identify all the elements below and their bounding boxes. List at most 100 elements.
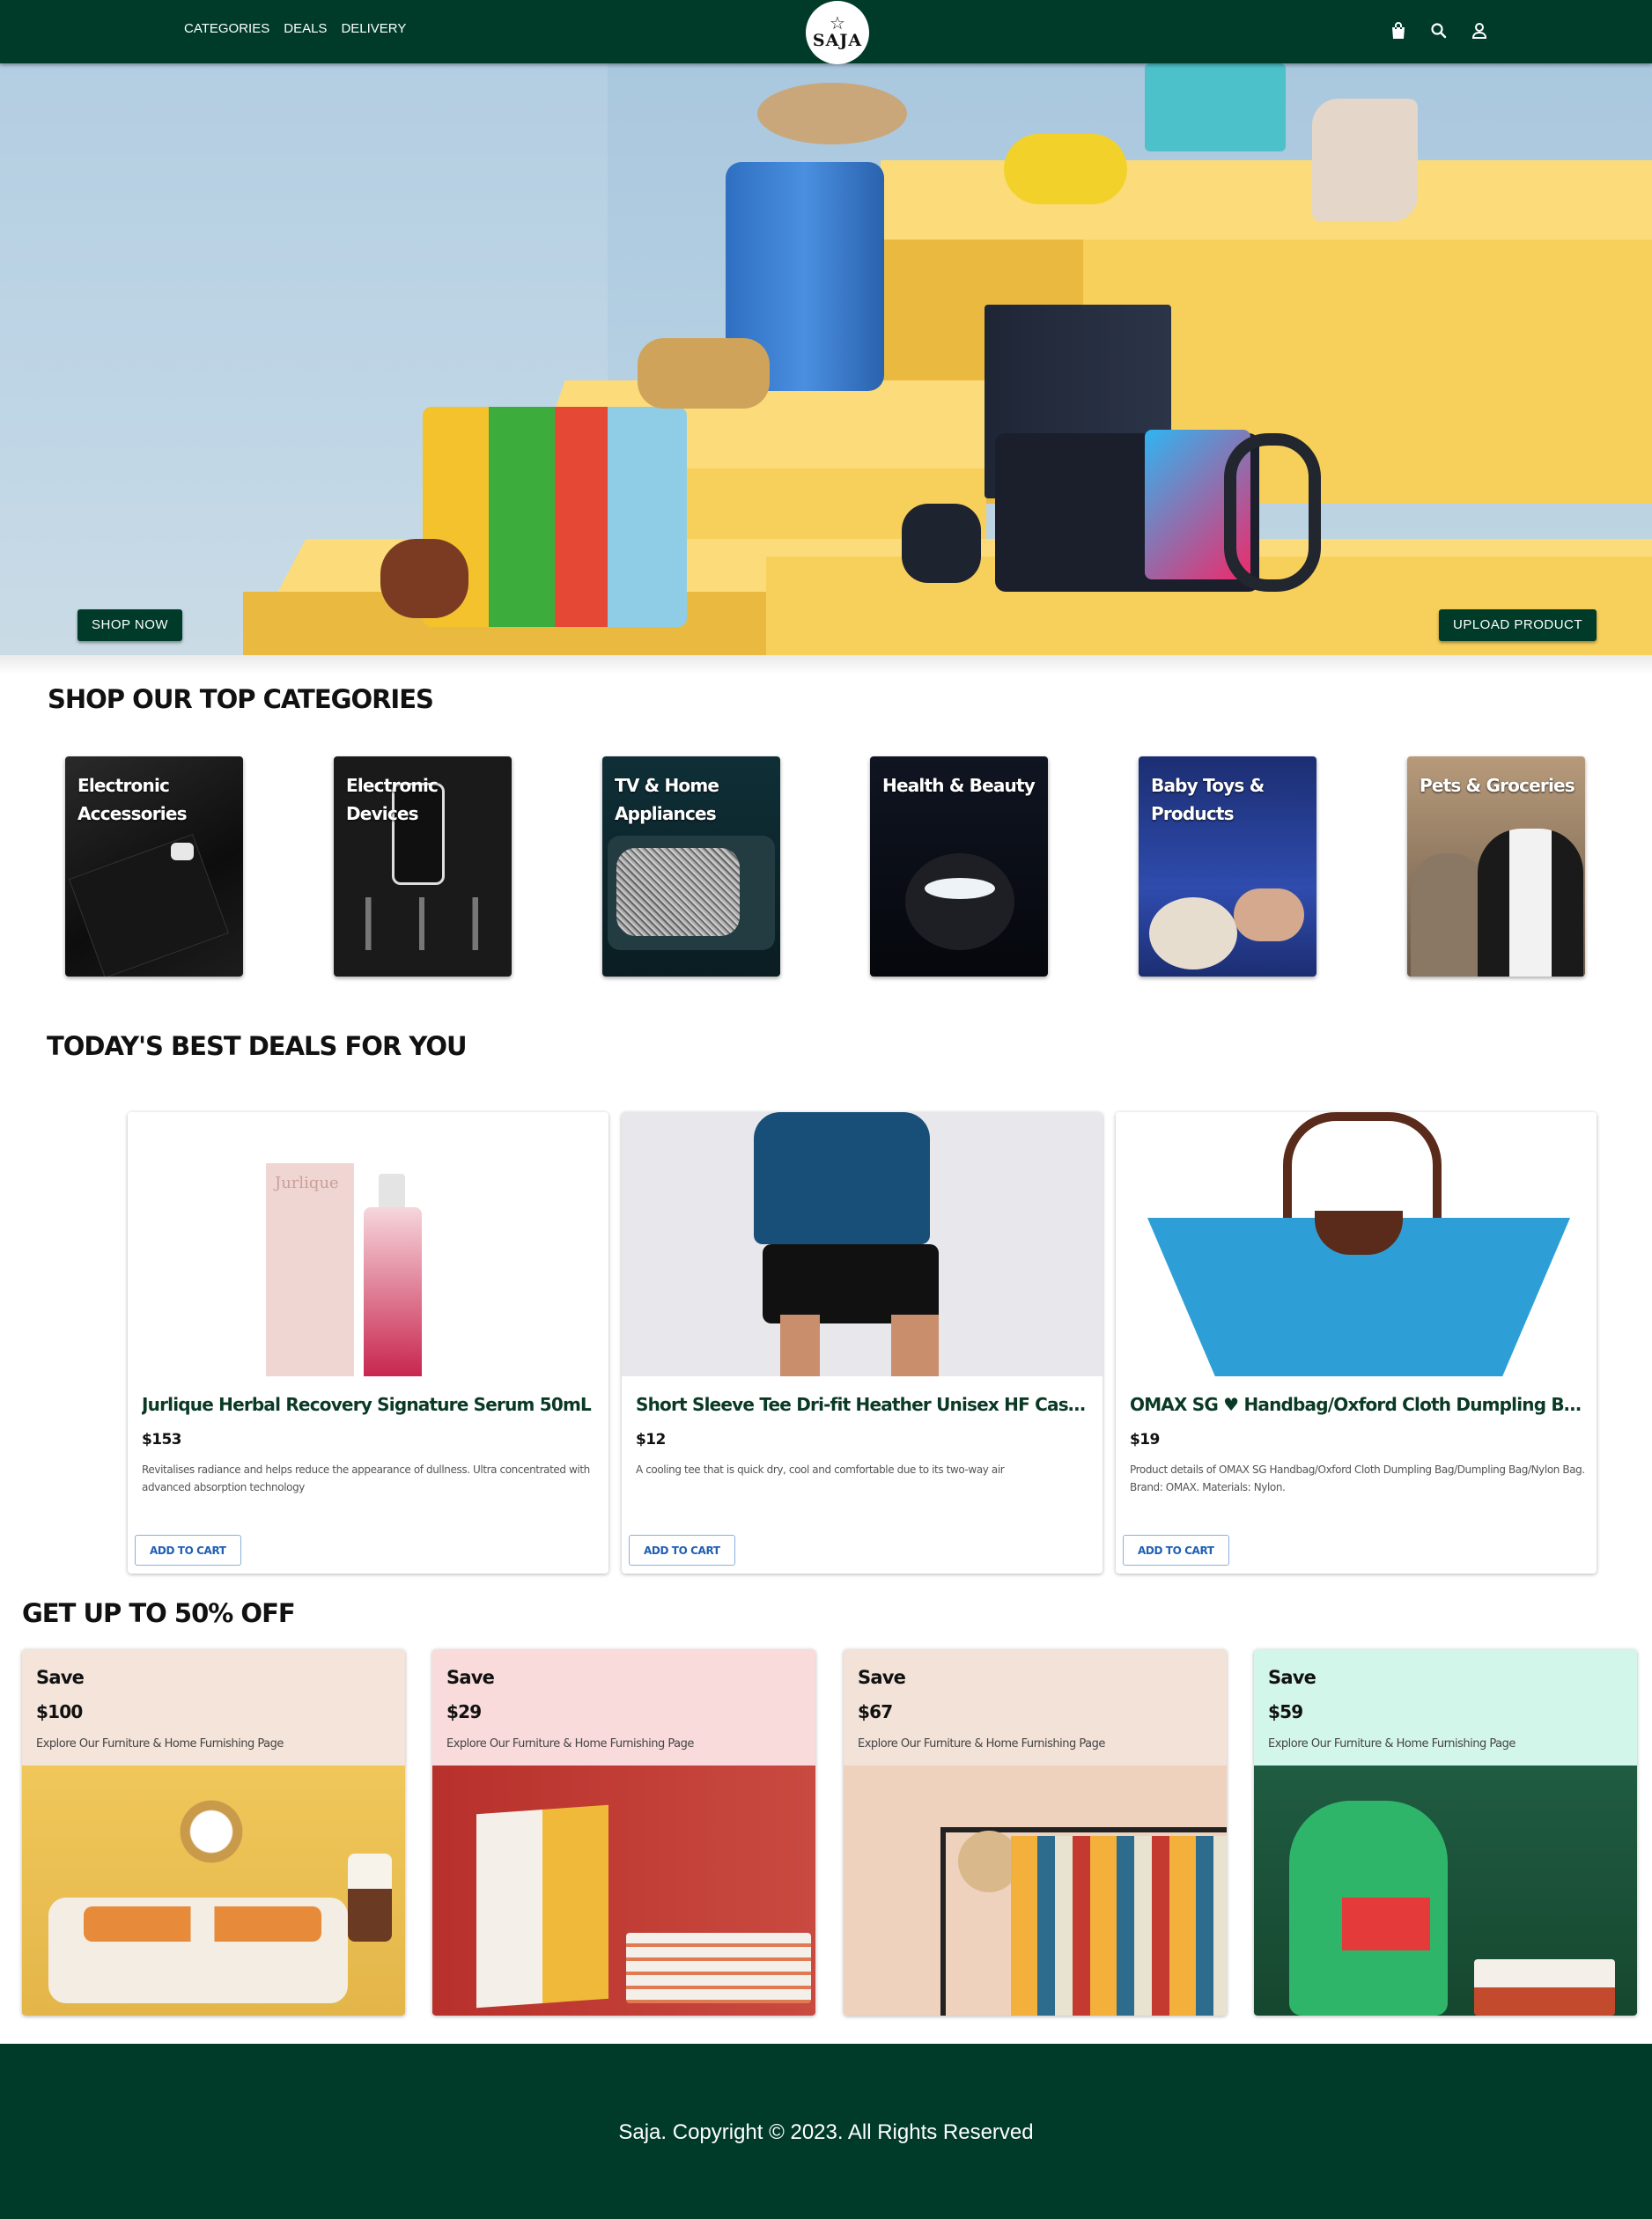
deal-card-serum[interactable]: Jurlique Jurlique Herbal Recovery Signat… (128, 1112, 608, 1574)
save-description: Explore Our Furniture & Home Furnishing … (446, 1737, 694, 1751)
nav-link-categories[interactable]: CATEGORIES (184, 21, 269, 36)
user-icon[interactable] (1471, 21, 1488, 41)
hero-banner: SHOP NOW UPLOAD PRODUCT (0, 63, 1652, 655)
add-to-cart-button[interactable]: ADD TO CART (629, 1535, 735, 1566)
save-description: Explore Our Furniture & Home Furnishing … (858, 1737, 1105, 1751)
notebooks-image (1342, 1898, 1430, 1950)
deal-description: A cooling tee that is quick dry, cool an… (636, 1463, 1005, 1476)
save-card-29[interactable]: Save $29 Explore Our Furniture & Home Fu… (432, 1649, 815, 2016)
legs-image (780, 1315, 939, 1376)
deal-image-handbag (1116, 1112, 1597, 1376)
search-icon[interactable] (1430, 21, 1448, 41)
category-card-electronic-devices[interactable]: Electronic Devices (334, 756, 512, 977)
nav-link-deals[interactable]: DEALS (284, 21, 327, 36)
deal-title[interactable]: Jurlique Herbal Recovery Signature Serum… (142, 1394, 600, 1415)
serum-bottle-image (379, 1174, 405, 1209)
deal-price: $153 (142, 1431, 182, 1449)
save-card-59[interactable]: Save $59 Explore Our Furniture & Home Fu… (1254, 1649, 1637, 2016)
serum-brand-text: Jurlique (275, 1174, 339, 1192)
pillows-image (84, 1906, 321, 1942)
category-card-electronic-accessories[interactable]: Electronic Accessories (65, 756, 243, 977)
sofa-room-image (22, 1766, 405, 2016)
nav-links: CATEGORIES DEALS DELIVERY (184, 21, 406, 36)
toy-projector-image (1149, 897, 1237, 969)
deal-title[interactable]: Short Sleeve Tee Dri-fit Heather Unisex … (636, 1394, 1094, 1415)
category-card-baby-toys-products[interactable]: Baby Toys & Products (1139, 756, 1316, 977)
save-description: Explore Our Furniture & Home Furnishing … (36, 1737, 284, 1751)
save-label: Save (858, 1667, 906, 1688)
open-book-image (1474, 1959, 1615, 2016)
discount-title: GET UP TO 50% OFF (22, 1598, 296, 1628)
lamp-image (348, 1854, 392, 1942)
deal-image-tee (622, 1112, 1103, 1376)
category-label: TV & Home Appliances (615, 775, 719, 824)
copyright-text: Saja. Copyright © 2023. All Rights Reser… (618, 2120, 1034, 2144)
clothes-rack-image (844, 1766, 1227, 2016)
add-to-cart-button[interactable]: ADD TO CART (1123, 1535, 1229, 1566)
save-amount: $100 (36, 1701, 83, 1722)
save-amount: $29 (446, 1701, 482, 1722)
hat-image (757, 83, 907, 144)
serum-box-image: Jurlique (266, 1163, 354, 1376)
category-card-health-beauty[interactable]: Health & Beauty (870, 756, 1048, 977)
deal-description: Product details of OMAX SG Handbag/Oxfor… (1130, 1463, 1585, 1493)
gamepad-image (902, 504, 981, 583)
shop-now-button[interactable]: SHOP NOW (77, 609, 183, 641)
dog-image (1478, 829, 1583, 977)
deal-image-serum: Jurlique (128, 1112, 608, 1376)
saja-logo[interactable]: ☆ SAJA (806, 1, 869, 64)
category-label: Baby Toys & Products (1151, 775, 1265, 824)
shopping-bag-icon[interactable] (1390, 21, 1407, 41)
nav-icons (1390, 21, 1488, 41)
hero-divider (0, 655, 1652, 675)
shoes-image (1004, 134, 1127, 204)
mirror-image (163, 1783, 260, 1880)
serum-bottle-body (364, 1207, 422, 1376)
deal-description: Revitalises radiance and helps reduce th… (142, 1463, 590, 1493)
book-cover-image (476, 1804, 608, 2009)
category-card-pets-groceries[interactable]: Pets & Groceries (1407, 756, 1585, 977)
book-mockup-image (432, 1766, 815, 2016)
save-card-100[interactable]: Save $100 Explore Our Furniture & Home F… (22, 1649, 405, 2016)
save-card-header: Save $59 Explore Our Furniture & Home Fu… (1254, 1649, 1637, 1766)
save-amount: $59 (1268, 1701, 1303, 1722)
upload-product-button[interactable]: UPLOAD PRODUCT (1439, 609, 1597, 641)
tv-static-screen (616, 848, 740, 936)
logo-text: SAJA (812, 31, 863, 50)
save-amount: $67 (858, 1701, 893, 1722)
handbag-top-image (1145, 63, 1286, 151)
footer: Saja. Copyright © 2023. All Rights Reser… (0, 2044, 1652, 2219)
category-label: Electronic Accessories (77, 775, 188, 824)
deal-title[interactable]: OMAX SG ♥ Handbag/Oxford Cloth Dumpling … (1130, 1394, 1588, 1415)
deal-card-handbag[interactable]: OMAX SG ♥ Handbag/Oxford Cloth Dumpling … (1116, 1112, 1597, 1574)
save-label: Save (36, 1667, 85, 1688)
save-card-header: Save $67 Explore Our Furniture & Home Fu… (844, 1649, 1227, 1766)
tee-shirt-image (754, 1112, 930, 1244)
save-card-67[interactable]: Save $67 Explore Our Furniture & Home Fu… (844, 1649, 1227, 2016)
cream-image (925, 878, 995, 899)
icecream-image (380, 539, 468, 618)
deals-title: TODAY'S BEST DEALS FOR YOU (47, 1031, 468, 1061)
cream-jar-image (905, 853, 1014, 950)
top-navbar: CATEGORIES DEALS DELIVERY ☆ SAJA (0, 0, 1652, 64)
save-label: Save (1268, 1667, 1316, 1688)
add-to-cart-button[interactable]: ADD TO CART (135, 1535, 241, 1566)
backpack-chalkboard-image (1254, 1766, 1637, 2016)
shirts-image (1011, 1836, 1227, 2016)
nav-link-delivery[interactable]: DELIVERY (341, 21, 406, 36)
save-label: Save (446, 1667, 495, 1688)
category-label: Pets & Groceries (1420, 775, 1575, 796)
shorts-image (763, 1244, 939, 1323)
save-card-header: Save $29 Explore Our Furniture & Home Fu… (432, 1649, 815, 1766)
deal-card-tee[interactable]: Short Sleeve Tee Dri-fit Heather Unisex … (622, 1112, 1103, 1574)
headset-camera-image (638, 338, 770, 409)
category-card-tv-home-appliances[interactable]: TV & Home Appliances (602, 756, 780, 977)
save-card-header: Save $100 Explore Our Furniture & Home F… (22, 1649, 405, 1766)
cat-image (1411, 853, 1486, 977)
save-description: Explore Our Furniture & Home Furnishing … (1268, 1737, 1516, 1751)
baby-image (1234, 888, 1304, 941)
category-label: Electronic Devices (346, 775, 439, 824)
deal-price: $19 (1130, 1431, 1160, 1449)
earbuds-image (171, 843, 194, 860)
category-label: Health & Beauty (882, 775, 1036, 796)
